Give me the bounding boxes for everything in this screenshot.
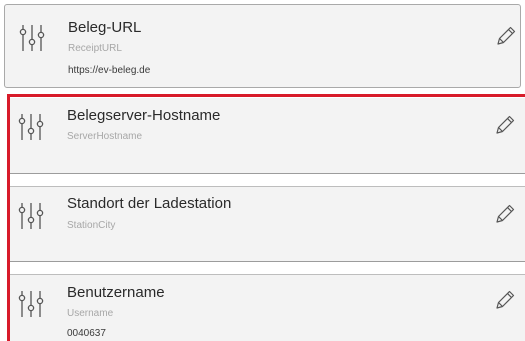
sliders-icon [18, 201, 44, 231]
sliders-icon [18, 289, 44, 319]
pencil-icon[interactable] [494, 289, 516, 311]
pencil-icon[interactable] [494, 203, 516, 225]
setting-title: Standort der Ladestation [67, 195, 232, 212]
setting-title: Belegserver-Hostname [67, 107, 221, 124]
setting-title: Beleg-URL [68, 19, 142, 36]
pencil-icon[interactable] [494, 114, 516, 136]
setting-card-username[interactable]: Benutzername Username 0040637 [10, 274, 525, 341]
sliders-icon [18, 112, 44, 142]
settings-list: Beleg-URL ReceiptURL https://ev-beleg.de [0, 0, 525, 341]
setting-card-station-city[interactable]: Standort der Ladestation StationCity [10, 186, 525, 262]
setting-card-server-hostname[interactable]: Belegserver-Hostname ServerHostname [10, 98, 525, 174]
setting-key: StationCity [67, 220, 116, 231]
setting-value: 0040637 [67, 328, 106, 339]
setting-title: Benutzername [67, 284, 165, 301]
setting-key: ReceiptURL [68, 43, 122, 54]
pencil-icon[interactable] [495, 25, 517, 47]
setting-key: ServerHostname [67, 131, 143, 142]
setting-value: https://ev-beleg.de [68, 65, 151, 76]
sliders-icon [19, 23, 45, 53]
setting-card-receipt-url[interactable]: Beleg-URL ReceiptURL https://ev-beleg.de [4, 4, 521, 88]
setting-key: Username [67, 308, 114, 319]
